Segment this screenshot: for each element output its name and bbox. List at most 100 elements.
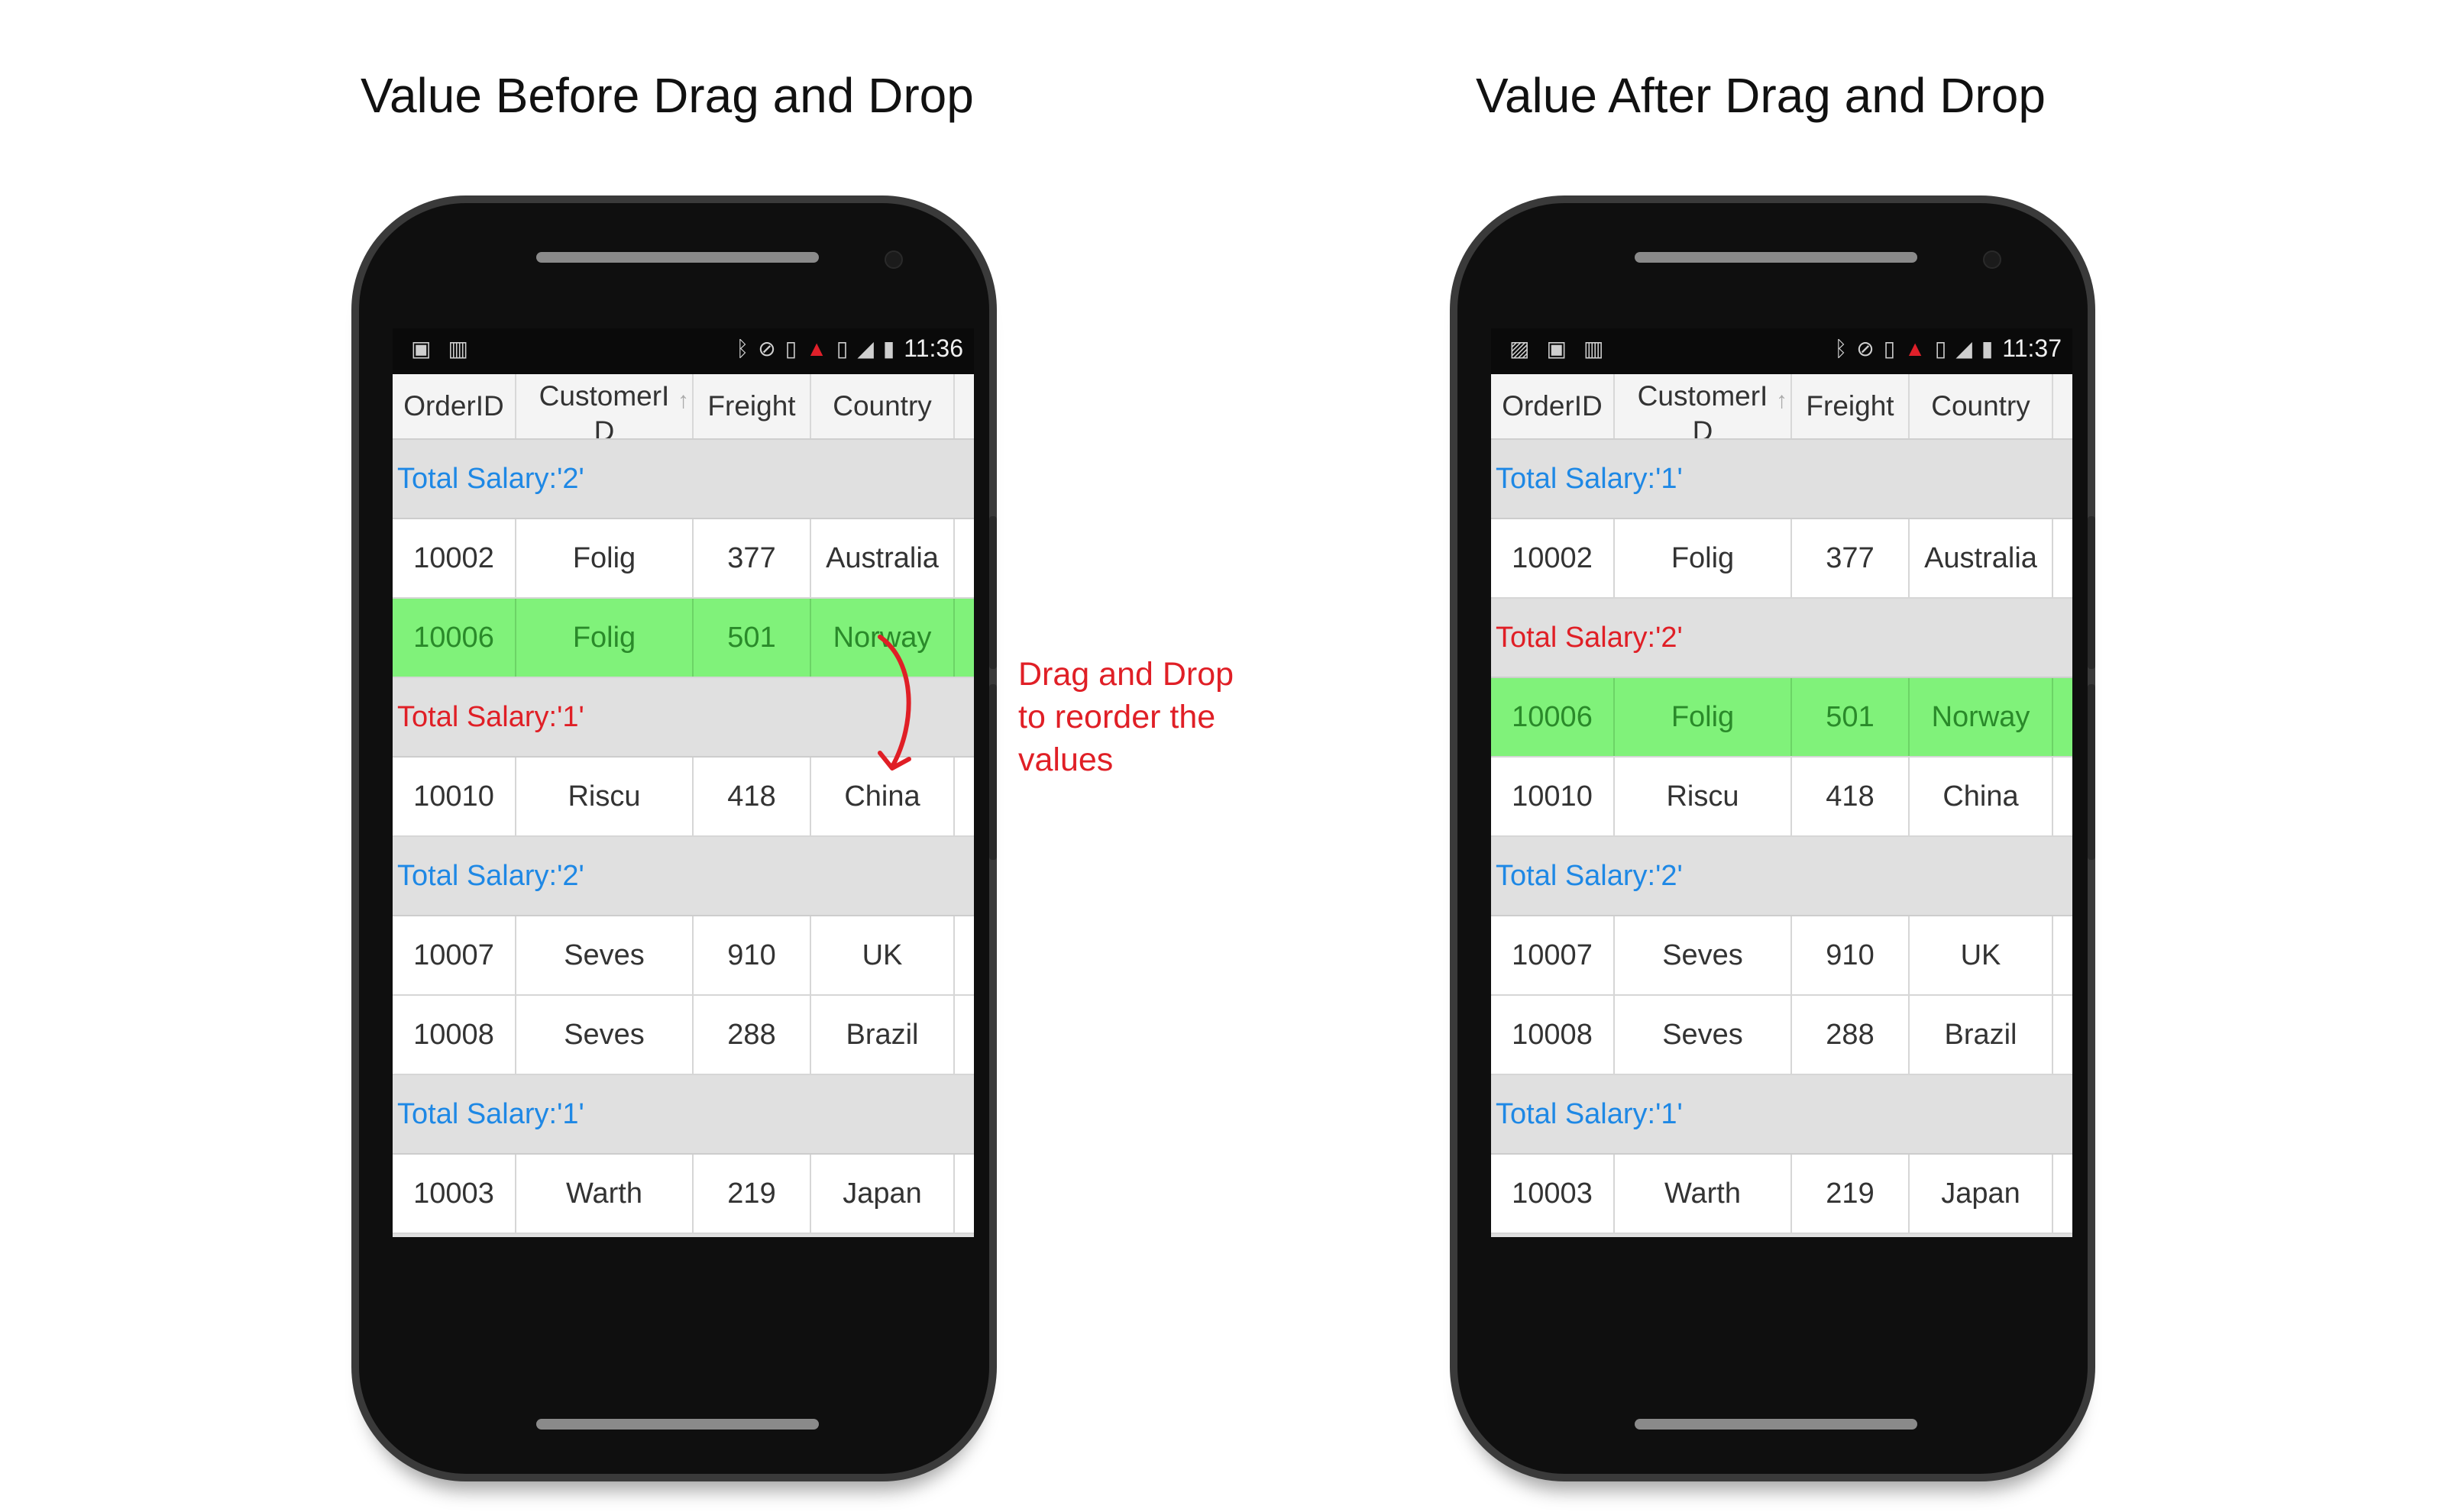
data-grid[interactable]: OrderID CustomerI D ↑ Freight Country Tot… xyxy=(393,374,974,1237)
cell-customerid: Folig xyxy=(1615,519,1792,597)
sort-ascending-icon: ↑ xyxy=(1776,388,1787,413)
column-header-freight[interactable]: Freight xyxy=(1792,374,1910,438)
column-header-label: OrderID xyxy=(1502,390,1603,422)
cell-country: UK xyxy=(811,916,955,994)
table-row[interactable]: 10008 Seves 288 Brazil xyxy=(1491,996,2072,1075)
group-caption[interactable]: Total Salary:'1' xyxy=(1491,1075,2072,1155)
cell-overflow xyxy=(2053,678,2072,756)
column-header-customerid[interactable]: CustomerI D ↑ xyxy=(1615,374,1792,438)
power-button xyxy=(989,684,997,860)
drag-arrow-icon xyxy=(878,635,911,771)
mute-icon: ⊘ xyxy=(1856,337,1875,360)
alert-icon: ▲ xyxy=(1904,336,1926,360)
table-row[interactable]: 10010 Riscu 418 China xyxy=(1491,758,2072,837)
barcode-icon: ▥ xyxy=(1583,337,1604,360)
volume-button xyxy=(2088,516,2095,669)
status-bar: ▣ ▥ ᛒ ⊘ ▯ ▲ ▯ ◢ ▮ 11:36 xyxy=(393,328,974,374)
column-header-customerid[interactable]: CustomerI D ↑ xyxy=(516,374,694,438)
sim2-icon: ▯ xyxy=(1934,337,1947,360)
cell-orderid: 10008 xyxy=(393,996,516,1074)
cell-orderid: 10010 xyxy=(393,758,516,835)
group-caption[interactable]: Total Salary:'2' xyxy=(393,837,974,916)
column-header-orderid[interactable]: OrderID xyxy=(1491,374,1615,438)
table-row[interactable]: 10007 Seves 910 UK xyxy=(393,916,974,996)
cell-orderid: 10003 xyxy=(1491,1155,1615,1233)
cell-customerid: Riscu xyxy=(516,758,694,835)
column-header-label: Freight xyxy=(1806,390,1894,422)
sort-ascending-icon: ↑ xyxy=(678,388,689,413)
cell-overflow xyxy=(2053,758,2072,835)
cell-freight: 501 xyxy=(1792,678,1910,756)
cell-freight: 418 xyxy=(694,758,811,835)
signal-icon: ◢ xyxy=(857,337,874,360)
cell-country: Australia xyxy=(811,519,955,597)
cell-freight: 219 xyxy=(1792,1155,1910,1233)
cell-freight: 377 xyxy=(694,519,811,597)
table-row[interactable]: 10007 Seves 910 UK xyxy=(1491,916,2072,996)
cell-overflow xyxy=(955,916,974,994)
cell-orderid: 10002 xyxy=(1491,519,1615,597)
column-header-freight[interactable]: Freight xyxy=(694,374,811,438)
earpiece-speaker xyxy=(536,252,819,263)
annotation-line: values xyxy=(1018,741,1114,778)
cell-customerid: Folig xyxy=(516,519,694,597)
cell-freight: 219 xyxy=(694,1155,811,1233)
annotation-line: Drag and Drop xyxy=(1018,656,1234,693)
cell-overflow xyxy=(2053,519,2072,597)
cell-customerid: Seves xyxy=(516,916,694,994)
group-caption-label: Total Salary:'2' xyxy=(397,859,584,892)
group-caption[interactable]: Total Salary:'1' xyxy=(393,1075,974,1155)
drag-annotation: Drag and Drop to reorder the values xyxy=(1018,653,1234,781)
cell-customerid: Seves xyxy=(1615,916,1792,994)
battery-icon: ▮ xyxy=(1981,337,1994,360)
status-clock: 11:37 xyxy=(2002,334,2062,362)
cell-overflow xyxy=(955,599,974,677)
title-before: Value Before Drag and Drop xyxy=(361,68,974,123)
image-icon: ▨ xyxy=(1509,337,1530,360)
column-header-label: Country xyxy=(833,390,932,422)
group-caption[interactable]: Total Salary:'2' xyxy=(1491,837,2072,916)
cell-orderid: 10010 xyxy=(1491,758,1615,835)
table-row[interactable]: 10003 Warth 219 Japan xyxy=(393,1155,974,1234)
signal-icon: ◢ xyxy=(1955,337,1972,360)
cell-customerid: Folig xyxy=(1615,678,1792,756)
table-row[interactable]: 10002 Folig 377 Australia xyxy=(1491,519,2072,599)
column-header-overflow xyxy=(955,374,974,438)
column-header-orderid[interactable]: OrderID xyxy=(393,374,516,438)
cell-overflow xyxy=(2053,996,2072,1074)
table-row[interactable]: 10002 Folig 377 Australia xyxy=(393,519,974,599)
front-camera xyxy=(1983,250,2001,269)
cell-orderid: 10002 xyxy=(393,519,516,597)
column-header-country[interactable]: Country xyxy=(1910,374,2053,438)
battery-icon: ▮ xyxy=(882,337,895,360)
cell-freight: 910 xyxy=(694,916,811,994)
cell-customerid: Warth xyxy=(516,1155,694,1233)
group-caption[interactable]: Total Salary:'2' xyxy=(1491,599,2072,678)
phone-screen: ▨ ▣ ▥ ᛒ ⊘ ▯ ▲ ▯ ◢ ▮ 11:37 OrderID Custom… xyxy=(1491,328,2072,1237)
group-caption[interactable]: Total Salary:'1' xyxy=(1491,440,2072,519)
cell-country: Australia xyxy=(1910,519,2053,597)
bluetooth-icon: ᛒ xyxy=(736,336,749,360)
bluetooth-icon: ᛒ xyxy=(1834,336,1848,360)
phone-after: ▨ ▣ ▥ ᛒ ⊘ ▯ ▲ ▯ ◢ ▮ 11:37 OrderID Custom… xyxy=(1450,195,2095,1481)
cell-overflow xyxy=(955,519,974,597)
cell-overflow xyxy=(955,758,974,835)
status-clock: 11:36 xyxy=(904,334,963,362)
group-caption[interactable]: Total Salary:'2' xyxy=(393,440,974,519)
cell-country: Brazil xyxy=(811,996,955,1074)
cell-country: Norway xyxy=(1910,678,2053,756)
column-header-country[interactable]: Country xyxy=(811,374,955,438)
cell-country: Brazil xyxy=(1910,996,2053,1074)
group-caption-label: Total Salary:'2' xyxy=(1496,859,1683,892)
cell-customerid: Seves xyxy=(1615,996,1792,1074)
table-row[interactable]: 10003 Warth 219 Japan xyxy=(1491,1155,2072,1234)
cell-freight: 501 xyxy=(694,599,811,677)
table-row[interactable]: 10008 Seves 288 Brazil xyxy=(393,996,974,1075)
cell-orderid: 10008 xyxy=(1491,996,1615,1074)
data-grid[interactable]: OrderID CustomerI D ↑ Freight Country Tot… xyxy=(1491,374,2072,1237)
group-caption-label: Total Salary:'1' xyxy=(397,700,584,733)
title-after: Value After Drag and Drop xyxy=(1476,68,2046,123)
cell-freight: 288 xyxy=(694,996,811,1074)
status-bar: ▨ ▣ ▥ ᛒ ⊘ ▯ ▲ ▯ ◢ ▮ 11:37 xyxy=(1491,328,2072,374)
table-row-selected[interactable]: 10006 Folig 501 Norway xyxy=(1491,678,2072,758)
